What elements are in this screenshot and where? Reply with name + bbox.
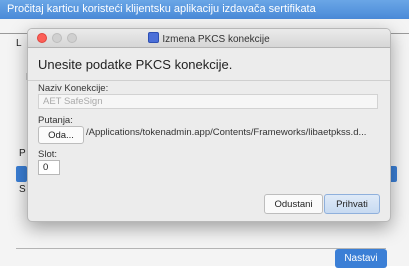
path-value: /Applications/tokenadmin.app/Contents/Fr… xyxy=(86,127,367,138)
next-button[interactable]: Nastavi xyxy=(335,249,387,268)
background-fragment-s: S xyxy=(19,184,26,195)
slot-label: Slot: xyxy=(38,149,58,160)
pkcs-connection-dialog: Izmena PKCS konekcije Unesite podatke PK… xyxy=(27,28,391,222)
accept-button[interactable]: Prihvati xyxy=(324,194,380,214)
background-fragment-p: P xyxy=(19,148,26,159)
app-icon xyxy=(148,32,160,43)
background-fragment-l: L xyxy=(16,38,22,49)
dialog-title: Izmena PKCS konekcije xyxy=(162,34,270,45)
dialog-title-bar: Izmena PKCS konekcije xyxy=(28,29,390,48)
background-bottom-separator xyxy=(16,248,386,249)
background-title: Pročitaj karticu koristeći klijentsku ap… xyxy=(7,3,316,15)
slot-field[interactable]: 0 xyxy=(38,160,60,175)
background-list-left xyxy=(16,166,27,182)
browse-button[interactable]: Oda... xyxy=(38,126,84,144)
connection-name-field[interactable]: AET SafeSign xyxy=(38,94,378,109)
path-label: Putanja: xyxy=(38,115,73,126)
dialog-separator xyxy=(28,80,390,81)
cancel-button[interactable]: Odustani xyxy=(264,194,323,214)
connection-name-label: Naziv Konekcije: xyxy=(38,83,109,94)
background-title-bar: Pročitaj karticu koristeći klijentsku ap… xyxy=(0,0,409,19)
dialog-heading: Unesite podatke PKCS konekcije. xyxy=(38,57,233,72)
